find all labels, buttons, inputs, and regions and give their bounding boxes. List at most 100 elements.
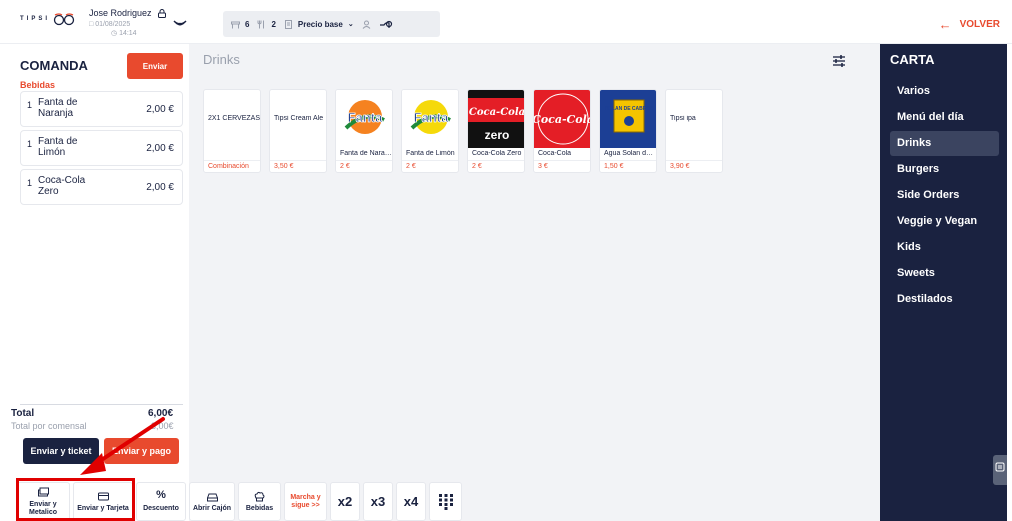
march-and-continue-button[interactable]: Marcha y sigue >> (284, 482, 327, 521)
carta-item-side-orders[interactable]: Side Orders (890, 183, 999, 208)
user-name: Jose Rodriguez (89, 8, 166, 18)
carta-item-veggie-y-vegan[interactable]: Veggie y Vegan (890, 209, 999, 234)
carta-item-sweets[interactable]: Sweets (890, 261, 999, 286)
lock-icon (157, 8, 166, 18)
product-name: Fanta de Naranja (340, 150, 392, 157)
drawer-icon (206, 493, 218, 501)
order-name: Fanta de Limón (38, 136, 78, 158)
product-card[interactable]: Coca-Cola Coca-Cola 3 € (533, 89, 591, 173)
svg-text:Fanta: Fanta (414, 110, 449, 125)
product-card[interactable]: 2X1 CERVEZAS Combinación (203, 89, 261, 173)
product-card[interactable]: Tipsi ipa 3,90 € (665, 89, 723, 173)
session-time: ◷ 14:14 (111, 30, 137, 37)
side-panel-handle[interactable] (993, 455, 1007, 485)
glasses-icon (53, 13, 75, 26)
message-icon (995, 462, 1005, 472)
product-name: Tipsi Cream Ale (274, 115, 324, 122)
carta-item-kids[interactable]: Kids (890, 235, 999, 260)
product-name: Coca-Cola (538, 150, 572, 157)
top-header: TIPSI Jose Rodriguez □ 01/08/2025 ◷ 14:1… (0, 0, 1012, 44)
product-card[interactable]: Fanta Fanta de Limón 2 € (401, 89, 459, 173)
product-price: 2 € (340, 163, 350, 170)
svg-text:Coca-Cola: Coca-Cola (534, 113, 591, 126)
order-price: 2,00 € (146, 104, 174, 115)
product-name: Fanta de Limón (406, 150, 455, 157)
svg-text:SOLAN DE CABRAS: SOLAN DE CABRAS (605, 106, 654, 112)
order-item[interactable]: 1 Fanta de Naranja 2,00 € (20, 91, 183, 127)
carta-item-varios[interactable]: Varios (890, 79, 999, 104)
order-price: 2,00 € (146, 182, 174, 193)
diners-count[interactable]: 2 (257, 20, 276, 29)
order-price: 2,00 € (146, 143, 174, 154)
user-icon (362, 20, 371, 29)
order-qty: 1 (27, 100, 33, 110)
svg-text:Coca-Cola: Coca-Cola (469, 107, 525, 118)
receipt-icon (284, 19, 292, 29)
product-price: 3 € (538, 163, 548, 170)
product-card[interactable]: Coca-Cola zero Coca-Cola Zero 2 € (467, 89, 525, 173)
carta-item-drinks[interactable]: Drinks (890, 131, 999, 156)
order-category-label: Bebidas (20, 80, 56, 90)
svg-text:zero: zero (485, 128, 510, 142)
fanta-orange-logo: Fanta (336, 90, 392, 148)
order-name: Fanta de Naranja (38, 97, 78, 119)
chef-hat-icon (254, 491, 265, 501)
product-name: Tipsi ipa (670, 115, 696, 122)
filter-sliders-icon[interactable] (832, 54, 846, 68)
keypad-icon (438, 493, 453, 510)
order-item[interactable]: 1 Fanta de Limón 2,00 € (20, 130, 183, 166)
open-drawer-button[interactable]: Abrir Cajón (189, 482, 235, 521)
product-price: Combinación (208, 163, 249, 170)
keypad-button[interactable] (429, 482, 462, 521)
carta-item-burgers[interactable]: Burgers (890, 157, 999, 182)
totals-divider (20, 404, 183, 405)
product-card[interactable]: Fanta Fanta de Naranja 2 € (335, 89, 393, 173)
carta-item-destilados[interactable]: Destilados (890, 287, 999, 312)
total-label: Total (11, 408, 35, 419)
multiply-x2-button[interactable]: x2 (330, 482, 360, 521)
product-name: Agua Solan de Cabras (604, 150, 656, 157)
session-date: □ 01/08/2025 (89, 21, 131, 28)
section-title: Drinks (203, 52, 240, 67)
logo-text: TIPSI (20, 16, 51, 22)
multiply-x3-button[interactable]: x3 (363, 482, 393, 521)
product-price: 1,50 € (604, 163, 624, 170)
takeaway-button[interactable] (379, 19, 393, 29)
drinks-button[interactable]: Bebidas (238, 482, 281, 521)
order-item[interactable]: 1 Coca-Cola Zero 2,00 € (20, 169, 183, 205)
chevron-down-icon: ⌄ (347, 21, 354, 28)
contactless-icon[interactable] (173, 16, 187, 30)
order-name: Coca-Cola Zero (38, 175, 86, 197)
multiply-x4-button[interactable]: x4 (396, 482, 426, 521)
delivery-hand-icon (379, 20, 392, 28)
fanta-lemon-logo: Fanta (402, 90, 458, 148)
price-mode-select[interactable]: Precio base ⌄ (284, 19, 354, 29)
order-qty: 1 (27, 139, 33, 149)
tables-count[interactable]: 6 (231, 20, 249, 29)
product-name: 2X1 CERVEZAS (208, 115, 260, 122)
carta-sidebar: CARTA Varios Menú del día Drinks Burgers… (880, 44, 1007, 521)
product-price: 3,50 € (274, 163, 294, 170)
product-card[interactable]: Tipsi Cream Ale 3,50 € (269, 89, 327, 173)
carta-item-menu-del-dia[interactable]: Menú del día (890, 105, 999, 130)
customer-button[interactable] (362, 20, 371, 29)
send-button[interactable]: Enviar (127, 53, 183, 79)
back-button[interactable]: ← VOLVER (939, 17, 1000, 32)
comanda-title: COMANDA (20, 58, 88, 73)
product-name: Coca-Cola Zero (472, 150, 522, 157)
svg-text:Fanta: Fanta (348, 110, 383, 125)
discount-button[interactable]: % Descuento (136, 482, 186, 521)
cutlery-icon (257, 20, 265, 28)
user-info[interactable]: Jose Rodriguez □ 01/08/2025 ◷ 14:14 (89, 8, 166, 37)
order-info-bar: 6 2 Precio base ⌄ (223, 11, 440, 37)
product-price: 3,90 € (670, 163, 690, 170)
solan-de-cabras-logo: SOLAN DE CABRAS (600, 90, 656, 148)
carta-title: CARTA (890, 52, 935, 67)
percent-icon: % (156, 488, 166, 501)
coca-cola-logo: Coca-Cola (534, 90, 591, 148)
tipsi-logo: TIPSI (20, 12, 75, 26)
table-icon (231, 21, 240, 28)
product-price: 2 € (472, 163, 482, 170)
arrow-left-icon: ← (938, 17, 952, 32)
product-card[interactable]: SOLAN DE CABRAS Agua Solan de Cabras 1,5… (599, 89, 657, 173)
